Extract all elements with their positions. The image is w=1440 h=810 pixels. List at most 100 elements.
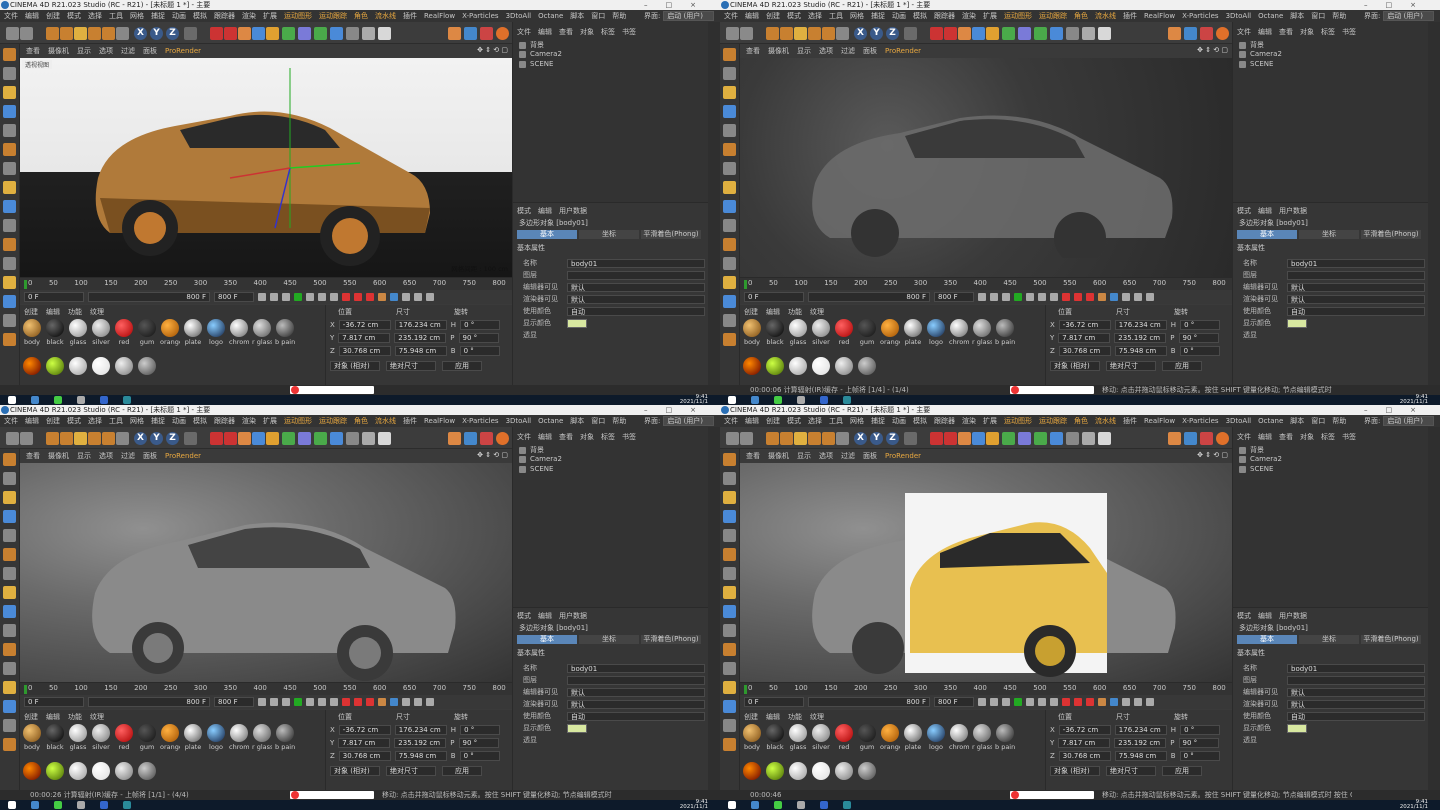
taskbar-app-icon[interactable] [797, 801, 805, 809]
display-color-swatch[interactable] [1287, 318, 1307, 328]
object-row[interactable]: 背景 [519, 40, 544, 50]
material-swatch[interactable]: b paint [995, 724, 1015, 751]
attribute-value[interactable]: body01 [567, 663, 705, 673]
mode-tool-icon[interactable] [723, 48, 736, 61]
transport-button[interactable] [1134, 698, 1142, 706]
toolbar-tool-icon[interactable] [1034, 27, 1047, 40]
mode-tool-icon[interactable] [3, 238, 16, 251]
menu-item[interactable]: 3DtoAll [506, 12, 532, 20]
menu-item[interactable]: 扩展 [263, 11, 277, 21]
material-swatch[interactable]: silver [91, 724, 111, 751]
menu-item[interactable]: 运动图形 [1004, 11, 1032, 21]
toolbar-tool-icon[interactable] [1082, 432, 1095, 445]
material-swatch[interactable] [114, 762, 134, 781]
toolbar-tool-icon[interactable] [726, 432, 739, 445]
material-swatch[interactable]: b paint [995, 319, 1015, 346]
object-menu-item[interactable]: 标签 [1321, 27, 1335, 37]
object-row[interactable]: 背景 [1239, 40, 1264, 50]
taskbar-app-icon[interactable] [751, 396, 759, 404]
mode-tool-icon[interactable] [3, 700, 16, 713]
toolbar-tool-icon[interactable] [1018, 27, 1031, 40]
timeline-ruler[interactable]: 0 50 100 150 200 250 300 350 400 450 500 550 600 650 7… [20, 682, 512, 695]
toolbar-tool-icon[interactable] [362, 27, 375, 40]
material-swatch[interactable]: gum [137, 319, 157, 346]
material-swatch[interactable]: red [834, 724, 854, 751]
material-swatch[interactable]: plate [183, 724, 203, 751]
taskbar-app-icon[interactable] [31, 801, 39, 809]
menu-item[interactable]: 角色 [1074, 11, 1088, 21]
menu-item[interactable]: 编辑 [745, 11, 759, 21]
menu-item[interactable]: 创建 [766, 416, 780, 426]
material-swatch[interactable]: r glass [972, 319, 992, 346]
toolbar-tool-icon[interactable] [362, 432, 375, 445]
toolbar-tool-icon[interactable] [944, 27, 957, 40]
object-menu-item[interactable]: 书签 [622, 27, 636, 37]
toolbar-tool-icon[interactable] [298, 27, 311, 40]
mode-tool-icon[interactable] [3, 276, 16, 289]
menu-item[interactable]: 模式 [787, 416, 801, 426]
viewport-menu-item[interactable]: 过滤 [841, 451, 855, 461]
mode-tool-icon[interactable] [3, 643, 16, 656]
size-field[interactable]: 75.948 cm [1114, 751, 1167, 761]
window-controls[interactable]: –□× [1364, 405, 1434, 415]
taskbar-app-icon[interactable] [123, 396, 131, 404]
viewport-menu-item[interactable]: 过滤 [121, 46, 135, 56]
menu-item[interactable]: 流水线 [375, 11, 396, 21]
layout-selector[interactable]: 界面: 启动 (用户) [1364, 11, 1434, 21]
mode-tool-icon[interactable] [3, 491, 16, 504]
transport-button[interactable] [1134, 293, 1142, 301]
material-menu-item[interactable]: 编辑 [46, 307, 60, 317]
axis-x-icon[interactable]: X [854, 27, 867, 40]
mode-tool-icon[interactable] [3, 567, 16, 580]
toolbar-tool-icon[interactable] [46, 27, 59, 40]
menu-item[interactable]: 选择 [88, 11, 102, 21]
end-frame-field[interactable]: 800 F [214, 697, 254, 707]
mode-tool-icon[interactable] [723, 738, 736, 751]
mode-tool-icon[interactable] [3, 719, 16, 732]
object-menu-item[interactable]: 书签 [1342, 432, 1356, 442]
octane-icon[interactable] [448, 27, 461, 40]
transport-button[interactable] [414, 698, 422, 706]
xparticles-icon[interactable] [1184, 432, 1197, 445]
mode-tool-icon[interactable] [3, 181, 16, 194]
mode-tool-icon[interactable] [723, 333, 736, 346]
toolbar-tool-icon[interactable] [766, 27, 779, 40]
size-field[interactable]: 235.192 cm [1114, 738, 1167, 748]
transport-button[interactable] [1146, 293, 1154, 301]
rotation-field[interactable]: 90 ° [458, 333, 499, 343]
viewport-nav-icons[interactable]: ✥ ⇕ ⟲ ▢ [477, 451, 508, 459]
menu-item[interactable]: 模拟 [193, 416, 207, 426]
object-row[interactable]: Camera2 [1239, 455, 1282, 463]
object-menu-item[interactable]: 编辑 [1258, 27, 1272, 37]
realflow-icon[interactable] [480, 432, 493, 445]
mode-tool-icon[interactable] [3, 314, 16, 327]
object-menu-item[interactable]: 对象 [580, 432, 594, 442]
toolbar-tool-icon[interactable] [794, 432, 807, 445]
transport-button[interactable] [402, 698, 410, 706]
material-swatch[interactable]: orange [160, 724, 180, 751]
toolbar-tool-icon[interactable] [836, 432, 849, 445]
toolbar-tool-icon[interactable] [210, 432, 223, 445]
material-swatch[interactable] [68, 357, 88, 376]
size-field[interactable]: 235.192 cm [1114, 333, 1167, 343]
toolbar-tool-icon[interactable] [944, 432, 957, 445]
size-mode-dropdown[interactable]: 绝对尺寸 [1106, 361, 1156, 371]
viewport-menu-item[interactable]: 面板 [863, 46, 877, 56]
mode-tool-icon[interactable] [3, 453, 16, 466]
preview-range-field[interactable]: 800 F [88, 292, 210, 302]
mode-tool-icon[interactable] [723, 491, 736, 504]
position-field[interactable]: 30.768 cm [338, 346, 391, 356]
apply-button[interactable]: 应用 [1162, 766, 1202, 776]
display-color-swatch[interactable] [567, 318, 587, 328]
menu-item[interactable]: 工具 [829, 11, 843, 21]
taskbar-app-icon[interactable] [751, 801, 759, 809]
menu-item[interactable]: 脚本 [570, 11, 584, 21]
mode-tool-icon[interactable] [723, 67, 736, 80]
viewport-menu-item[interactable]: 过滤 [841, 46, 855, 56]
position-field[interactable]: 7.817 cm [1058, 333, 1111, 343]
perspective-viewport[interactable] [740, 463, 1232, 682]
right-side-tabs[interactable] [1428, 427, 1440, 790]
menu-item[interactable]: 编辑 [25, 416, 39, 426]
material-menu-item[interactable]: 创建 [24, 712, 38, 722]
menu-item[interactable]: 网格 [850, 416, 864, 426]
